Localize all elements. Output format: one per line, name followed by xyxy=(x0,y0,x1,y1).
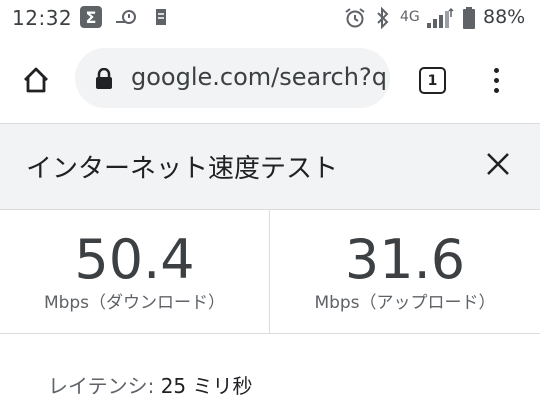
download-result: 50.4 Mbps（ダウンロード） xyxy=(0,210,270,333)
tab-switcher-button[interactable]: 1 xyxy=(419,67,446,94)
latency-value: 25 ミリ秒 xyxy=(160,374,253,398)
more-vert-icon[interactable] xyxy=(484,62,508,98)
signal-icon xyxy=(426,7,454,29)
battery-icon xyxy=(462,6,476,30)
network-type: 4G xyxy=(400,9,420,25)
notification-icon xyxy=(114,8,140,26)
home-button[interactable] xyxy=(18,62,54,98)
next-row-partial xyxy=(48,398,208,408)
alarm-icon xyxy=(344,7,366,29)
tab-count: 1 xyxy=(427,72,438,89)
download-label: Mbps（ダウンロード） xyxy=(43,293,226,313)
lock-icon xyxy=(96,68,112,89)
download-value: 50.4 xyxy=(74,228,195,291)
upload-label: Mbps（アップロード） xyxy=(314,293,496,313)
page-title: インターネット速度テスト xyxy=(26,154,339,184)
latency-row: レイテンシ: 25 ミリ秒 xyxy=(48,370,253,399)
close-button[interactable] xyxy=(480,146,516,182)
close-icon xyxy=(487,153,509,175)
battery-percent: 88% xyxy=(483,6,526,28)
speed-test-header: インターネット速度テスト xyxy=(0,124,540,210)
sim-icon xyxy=(155,8,167,26)
status-bar: 12:32 Σ 4G 88% xyxy=(0,0,540,36)
address-bar[interactable]: google.com/search?q xyxy=(75,48,390,108)
browser-toolbar: google.com/search?q 1 xyxy=(0,36,540,124)
latency-label: レイテンシ: xyxy=(48,374,155,398)
upload-result: 31.6 Mbps（アップロード） xyxy=(270,210,540,333)
bluetooth-icon xyxy=(375,6,391,30)
sigma-icon: Σ xyxy=(80,6,102,28)
status-time: 12:32 xyxy=(12,6,73,30)
url-text: google.com/search?q xyxy=(131,63,387,91)
home-icon xyxy=(24,67,48,93)
speed-results: 50.4 Mbps（ダウンロード） 31.6 Mbps（アップロード） xyxy=(0,210,540,334)
upload-value: 31.6 xyxy=(344,228,466,291)
